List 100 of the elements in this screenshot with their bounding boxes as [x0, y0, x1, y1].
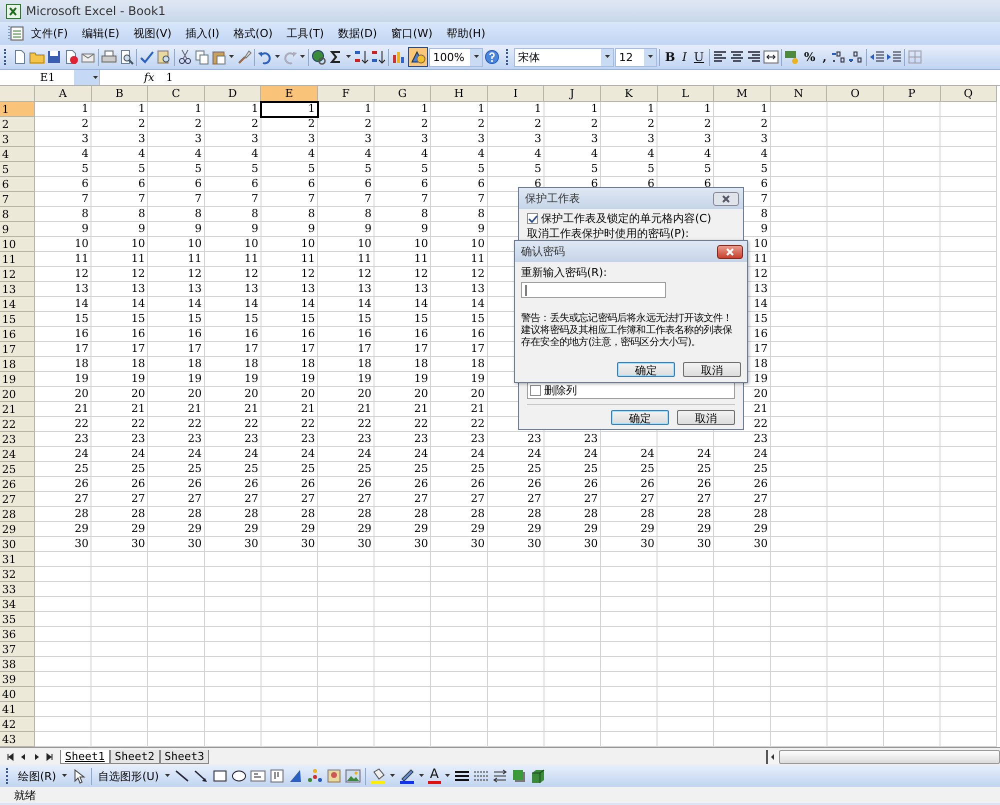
menu-item[interactable]: 格式(O) [226, 24, 280, 43]
autoshapes-menu-button[interactable]: 自选图形(U) [96, 768, 161, 784]
row-header[interactable]: 22 [0, 417, 35, 432]
menu-item[interactable]: 数据(D) [330, 24, 384, 43]
row-header[interactable]: 6 [0, 177, 35, 192]
column-header[interactable]: H [431, 86, 488, 102]
font-style-button[interactable]: B [662, 50, 678, 64]
column-header[interactable]: M [714, 86, 771, 102]
column-header[interactable]: I [488, 86, 544, 102]
cancel-button[interactable]: 取消 [683, 362, 741, 377]
row-header[interactable]: 34 [0, 597, 35, 612]
menu-item[interactable]: 窗口(W) [384, 24, 440, 43]
row-header[interactable]: 38 [0, 657, 35, 672]
menu-item[interactable]: 编辑(E) [74, 24, 126, 43]
column-header[interactable]: L [658, 86, 714, 102]
table-cell: 27 [414, 492, 428, 507]
table-cell: 25 [584, 462, 598, 477]
menu-item[interactable]: 工具(T) [280, 24, 331, 43]
font-dropdown[interactable]: 宋体 [514, 48, 614, 66]
sheet-tab[interactable]: Sheet3 [160, 750, 210, 764]
row-header[interactable]: 1 [0, 102, 35, 117]
table-cell: 12 [754, 267, 768, 282]
menu-item[interactable]: 插入(I) [178, 24, 226, 43]
column-header[interactable]: F [318, 86, 375, 102]
row-header[interactable]: 36 [0, 627, 35, 642]
column-header[interactable]: A [35, 86, 92, 102]
row-header[interactable]: 27 [0, 492, 35, 507]
row-header[interactable]: 10 [0, 237, 35, 252]
row-header[interactable]: 18 [0, 357, 35, 372]
row-header[interactable]: 23 [0, 432, 35, 447]
table-cell: 26 [414, 477, 428, 492]
ok-button[interactable]: 确定 [617, 362, 675, 377]
table-cell: 2 [82, 117, 89, 132]
number-format-button[interactable]: % [801, 50, 818, 64]
row-header[interactable]: 2 [0, 117, 35, 132]
row-header[interactable]: 26 [0, 477, 35, 492]
row-header[interactable]: 8 [0, 207, 35, 222]
column-header[interactable]: G [374, 86, 432, 102]
menu-item[interactable]: 文件(F) [24, 24, 75, 43]
sheet-tab[interactable]: Sheet1 [60, 750, 110, 764]
row-header[interactable]: 11 [0, 252, 35, 267]
column-header[interactable]: Q [940, 86, 998, 102]
row-header[interactable]: 28 [0, 507, 35, 522]
row-header[interactable]: 3 [0, 132, 35, 147]
table-cell: 10 [300, 237, 315, 252]
draw-menu-button[interactable]: 绘图(R) [16, 768, 58, 784]
row-header[interactable]: 21 [0, 402, 35, 417]
cancel-button[interactable]: 取消 [677, 410, 735, 425]
column-header[interactable]: D [204, 86, 262, 102]
column-header[interactable]: J [544, 86, 601, 102]
table-cell: 20 [414, 387, 428, 402]
row-header[interactable]: 35 [0, 612, 35, 627]
sheet-tab[interactable]: Sheet2 [110, 750, 160, 764]
column-header[interactable]: K [600, 86, 658, 102]
row-header[interactable]: 24 [0, 447, 35, 462]
row-header[interactable]: 31 [0, 552, 35, 567]
row-header[interactable]: 19 [0, 372, 35, 387]
row-header[interactable]: 39 [0, 672, 35, 687]
row-header[interactable]: 16 [0, 327, 35, 342]
row-header[interactable]: 9 [0, 222, 35, 237]
column-header[interactable]: P [884, 86, 940, 102]
row-header[interactable]: 17 [0, 342, 35, 357]
column-header[interactable]: E [261, 86, 318, 102]
font-size-dropdown[interactable]: 12 [615, 48, 657, 66]
row-header[interactable]: 25 [0, 462, 35, 477]
zoom-dropdown[interactable]: 100% [429, 48, 483, 66]
function-button[interactable]: fx [144, 71, 164, 84]
row-header[interactable]: 29 [0, 522, 35, 537]
ok-button[interactable]: 确定 [611, 410, 669, 425]
column-header[interactable]: N [770, 86, 828, 102]
table-cell: 19 [244, 372, 258, 387]
table-cell: 10 [74, 237, 89, 252]
font-color-button[interactable]: A [428, 768, 441, 784]
table-cell: 4 [82, 147, 89, 162]
row-header[interactable]: 15 [0, 312, 35, 327]
row-header[interactable]: 41 [0, 702, 35, 717]
column-header[interactable]: O [827, 86, 884, 102]
row-header[interactable]: 20 [0, 387, 35, 402]
column-header[interactable]: B [92, 86, 148, 102]
row-header[interactable]: 13 [0, 282, 35, 297]
row-header[interactable]: 7 [0, 192, 35, 207]
row-header[interactable]: 30 [0, 537, 35, 552]
row-header[interactable]: 4 [0, 147, 35, 162]
menu-item[interactable]: 视图(V) [126, 24, 179, 43]
font-style-button[interactable]: U [690, 50, 708, 64]
row-header[interactable]: 14 [0, 297, 35, 312]
row-header[interactable]: 12 [0, 267, 35, 282]
row-header[interactable]: 37 [0, 642, 35, 657]
font-style-button[interactable]: I [679, 50, 690, 64]
row-header[interactable]: 42 [0, 717, 35, 732]
column-header[interactable]: C [148, 86, 205, 102]
row-header[interactable]: 43 [0, 732, 35, 747]
row-header[interactable]: 5 [0, 162, 35, 177]
number-format-button[interactable]: , [819, 50, 830, 64]
table-cell: 8 [194, 207, 202, 222]
formula-field[interactable]: 1 [164, 71, 173, 84]
menu-item[interactable]: 帮助(H) [440, 24, 492, 43]
row-header[interactable]: 32 [0, 567, 35, 582]
row-header[interactable]: 33 [0, 582, 35, 597]
row-header[interactable]: 40 [0, 687, 35, 702]
